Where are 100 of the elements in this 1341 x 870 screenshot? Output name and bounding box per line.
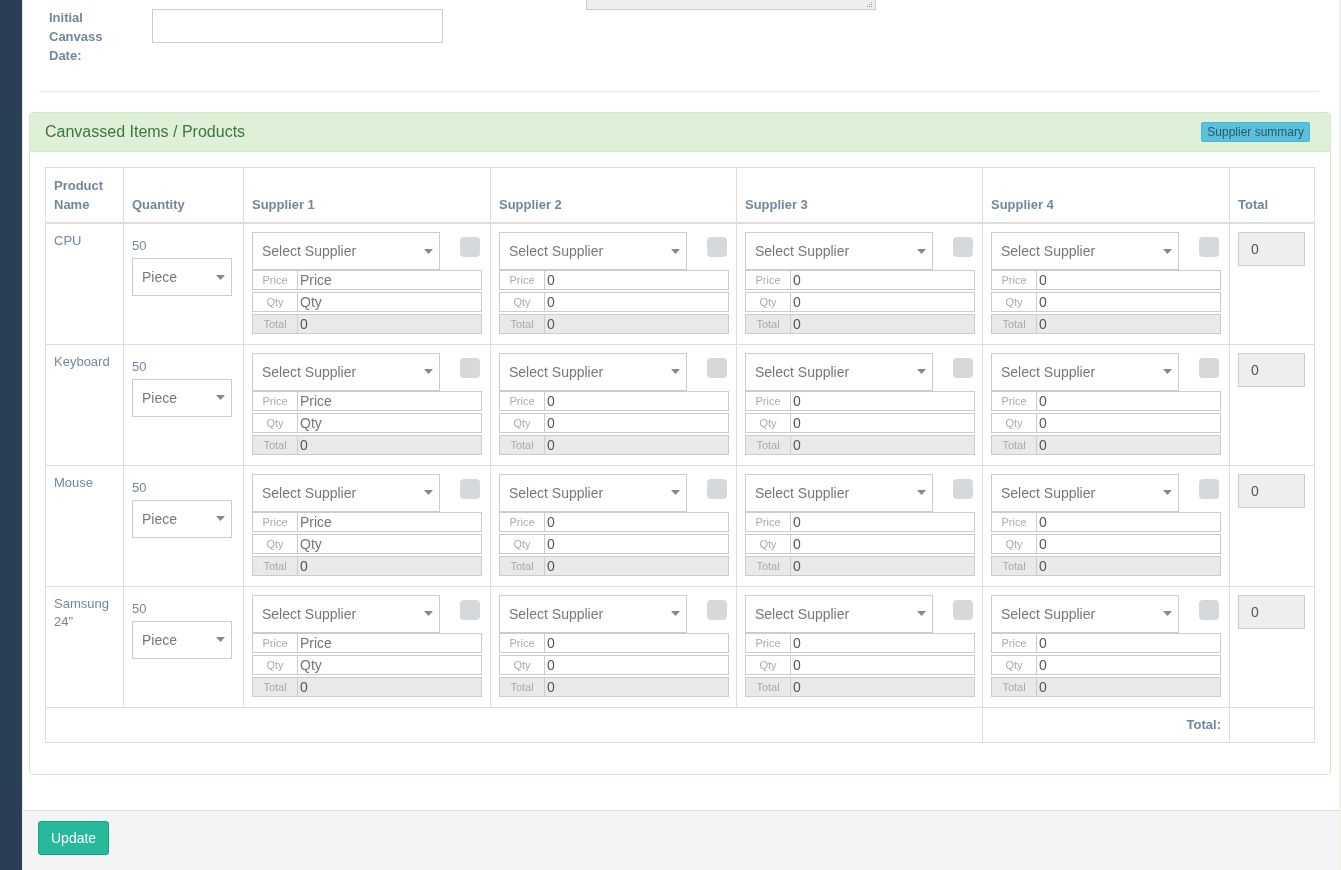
dropdown[interactable]: Select Supplier [991, 232, 1179, 270]
supplier-summary-button[interactable]: Supplier summary [1201, 122, 1310, 142]
checkbox[interactable] [707, 478, 727, 499]
input-group[interactable]: Qty 0 [499, 533, 729, 554]
dropdown[interactable]: Select Supplier [991, 352, 1179, 391]
checkbox[interactable] [953, 357, 973, 378]
input-group[interactable]: Qty 0 [499, 654, 729, 675]
caret-icon [917, 611, 926, 616]
input-group[interactable]: Price 0 [991, 270, 1221, 290]
input-group[interactable]: Price 0 [499, 270, 729, 290]
table-cell: Total: [982, 707, 1230, 742]
dropdown[interactable]: Select Supplier [745, 473, 933, 512]
input-group[interactable]: Qty 0 [745, 412, 975, 433]
field-label: Initial Canvass Date: [49, 9, 104, 65]
input-group[interactable]: Qty 0 [745, 292, 975, 312]
dropdown[interactable]: Select Supplier [499, 473, 687, 512]
dropdown[interactable]: Select Supplier [991, 473, 1179, 512]
checkbox[interactable] [460, 599, 480, 620]
input-group[interactable]: Total 0 [499, 434, 729, 455]
table-cell: Keyboard [45, 344, 124, 465]
checkbox[interactable] [460, 237, 480, 257]
input-group[interactable]: Total 0 [252, 314, 482, 334]
input-group[interactable]: Qty 0 [991, 412, 1221, 433]
text-area[interactable] [586, 0, 876, 10]
checkbox[interactable] [707, 599, 727, 620]
input-group[interactable]: Total 0 [991, 555, 1221, 576]
dropdown[interactable]: Piece [132, 620, 232, 659]
input-group[interactable]: Qty 0 [745, 654, 975, 675]
input-group[interactable]: Qty 0 [499, 412, 729, 433]
date-field[interactable] [152, 9, 443, 43]
total-field[interactable]: 0 [1238, 473, 1305, 508]
input-group[interactable]: Price 0 [991, 511, 1221, 532]
dropdown[interactable]: Select Supplier [252, 473, 440, 512]
checkbox[interactable] [460, 478, 480, 499]
input-group[interactable]: Price 0 [499, 511, 729, 532]
input-group[interactable]: Total 0 [991, 676, 1221, 697]
input-group[interactable]: Total 0 [252, 555, 482, 576]
checkbox[interactable] [953, 599, 973, 620]
checkbox[interactable] [1199, 599, 1219, 620]
caret-icon [1163, 490, 1172, 495]
input-group[interactable]: Price 0 [499, 632, 729, 653]
input-group[interactable]: Qty 0 [991, 654, 1221, 675]
input-group[interactable]: Total 0 [745, 314, 975, 334]
quantity-value: 50 [132, 358, 148, 374]
checkbox[interactable] [1199, 357, 1219, 378]
caret-icon [917, 490, 926, 495]
input-group[interactable]: Price 0 [745, 270, 975, 290]
dropdown[interactable]: Select Supplier [745, 352, 933, 391]
total-field[interactable]: 0 [1238, 594, 1305, 629]
checkbox[interactable] [707, 357, 727, 378]
column-header: Supplier 1 [243, 167, 491, 223]
input-group[interactable]: Qty 0 [499, 292, 729, 312]
dropdown[interactable]: Select Supplier [252, 352, 440, 391]
input-group[interactable]: Total 0 [991, 434, 1221, 455]
input-group[interactable]: Price 0 [499, 390, 729, 411]
caret-icon [216, 637, 225, 642]
dropdown[interactable]: Piece [132, 378, 232, 417]
dropdown[interactable]: Select Supplier [252, 594, 440, 633]
column-header: Supplier 4 [982, 167, 1230, 223]
input-group[interactable]: Qty 0 [991, 292, 1221, 312]
total-field[interactable]: 0 [1238, 232, 1305, 266]
input-group[interactable]: Qty 0 [745, 533, 975, 554]
caret-icon [1163, 248, 1172, 254]
total-field[interactable]: 0 [1238, 352, 1305, 387]
checkbox[interactable] [460, 357, 480, 378]
caret-icon [917, 369, 926, 374]
dropdown[interactable]: Select Supplier [745, 594, 933, 633]
input-group[interactable]: Price 0 [745, 632, 975, 653]
dropdown[interactable]: Select Supplier [499, 594, 687, 633]
input-group[interactable]: Qty 0 [991, 533, 1221, 554]
checkbox[interactable] [953, 478, 973, 499]
input-group[interactable]: Total 0 [252, 676, 482, 697]
dropdown[interactable]: Piece [132, 258, 232, 296]
input-group[interactable]: Total 0 [991, 314, 1221, 334]
dropdown[interactable]: Select Supplier [991, 594, 1179, 633]
dropdown[interactable]: Select Supplier [745, 232, 933, 270]
input-group[interactable]: Total 0 [499, 314, 729, 334]
input-group[interactable]: Price 0 [745, 390, 975, 411]
checkbox[interactable] [1199, 237, 1219, 257]
input-group[interactable]: Price 0 [745, 511, 975, 532]
checkbox[interactable] [953, 237, 973, 257]
dropdown[interactable]: Select Supplier [499, 232, 687, 270]
input-group[interactable]: Total 0 [745, 676, 975, 697]
checkbox[interactable] [1199, 478, 1219, 499]
column-header: Total [1229, 167, 1315, 223]
column-header: Supplier 2 [490, 167, 737, 223]
input-group[interactable]: Price 0 [991, 390, 1221, 411]
input-group[interactable]: Total 0 [745, 555, 975, 576]
dropdown[interactable]: Piece [132, 499, 232, 538]
checkbox[interactable] [707, 237, 727, 257]
caret-icon [917, 248, 926, 254]
quantity-value: 50 [132, 479, 148, 495]
dropdown[interactable]: Select Supplier [252, 232, 440, 270]
input-group[interactable]: Total 0 [499, 676, 729, 697]
input-group[interactable]: Total 0 [252, 434, 482, 455]
input-group[interactable]: Total 0 [745, 434, 975, 455]
dropdown[interactable]: Select Supplier [499, 352, 687, 391]
input-group[interactable]: Price 0 [991, 632, 1221, 653]
input-group[interactable]: Total 0 [499, 555, 729, 576]
caret-icon [216, 516, 225, 521]
